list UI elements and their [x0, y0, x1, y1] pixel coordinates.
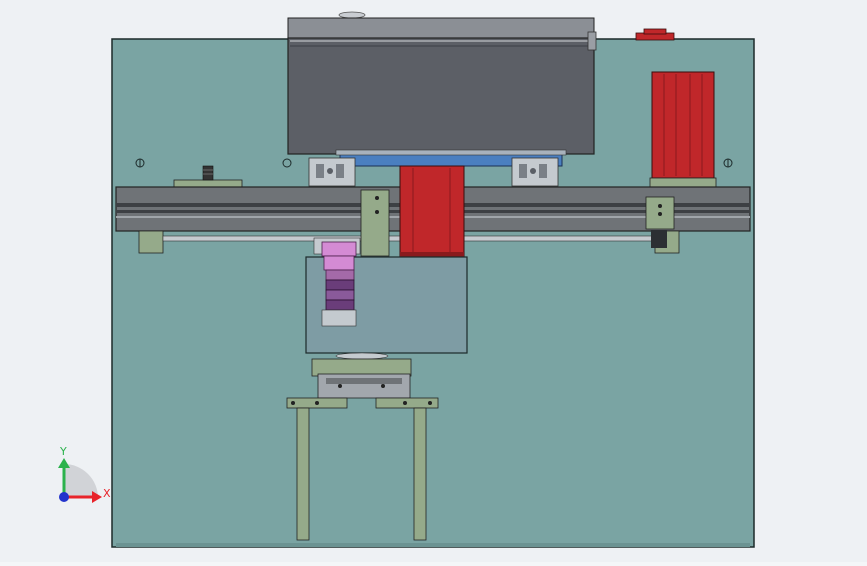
carriage-bracket[interactable]	[360, 189, 390, 257]
gripper-cylinder[interactable]	[311, 352, 412, 399]
aluminum-profile-right	[511, 157, 559, 187]
box-flange	[335, 149, 567, 156]
x-axis-label: X	[103, 487, 111, 500]
cad-viewport[interactable]: Y X	[0, 0, 867, 562]
z-axis-dot	[59, 492, 69, 502]
y-axis-label: Y	[59, 445, 67, 458]
top-knob	[338, 11, 366, 19]
base-plate-edge	[116, 543, 750, 547]
control-box[interactable]	[287, 17, 597, 155]
cad-drawing[interactable]: Y X	[0, 0, 867, 562]
aluminum-profile-left	[308, 157, 356, 187]
motor-center[interactable]	[399, 165, 465, 258]
rail-end-block-left	[138, 230, 164, 254]
motor-right[interactable]	[649, 71, 717, 188]
